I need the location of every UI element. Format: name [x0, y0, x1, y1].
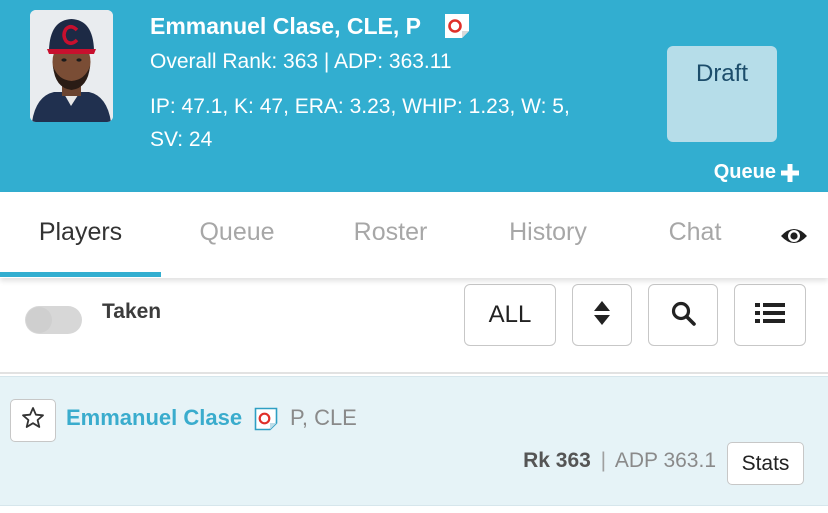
player-list-item[interactable]: Emmanuel Clase P, CLE Rk 363 | ADP 363.1… — [0, 376, 828, 506]
player-position-team: P, CLE — [290, 405, 357, 430]
overall-rank-text: Overall Rank: 363 | ADP: 363.11 — [150, 50, 452, 73]
player-name-title: Emmanuel Clase, CLE, P — [150, 12, 421, 39]
news-note-icon[interactable] — [443, 12, 471, 40]
player-headshot-icon — [30, 10, 113, 122]
plus-icon — [780, 163, 800, 183]
position-filter-button[interactable]: ALL — [464, 284, 556, 346]
list-view-button[interactable] — [734, 284, 806, 346]
player-name-link[interactable]: Emmanuel Clase — [66, 405, 242, 431]
search-button[interactable] — [648, 284, 718, 346]
star-icon — [21, 406, 45, 435]
eye-icon[interactable] — [780, 225, 808, 247]
stats-button[interactable]: Stats — [727, 442, 804, 485]
rank-adp-line: Rk 363 | ADP 363.1 — [523, 449, 716, 473]
add-to-queue-button[interactable]: Queue — [714, 161, 800, 184]
search-icon — [670, 300, 696, 331]
favorite-button[interactable] — [10, 399, 56, 442]
tab-history[interactable]: History — [468, 192, 628, 272]
sort-updown-icon — [593, 300, 611, 331]
rank-value: Rk 363 — [523, 449, 591, 472]
tab-chat[interactable]: Chat — [628, 192, 762, 272]
sort-button[interactable] — [572, 284, 632, 346]
separator: | — [600, 449, 607, 472]
news-note-icon[interactable] — [254, 407, 278, 431]
queue-label: Queue — [713, 161, 776, 183]
stat-line-1: IP: 47.1, K: 47, ERA: 3.23, WHIP: 1.23, … — [150, 95, 570, 118]
list-view-icon — [755, 302, 785, 329]
tab-bar: Players Queue Roster History Chat — [0, 192, 828, 278]
tab-roster[interactable]: Roster — [313, 192, 468, 272]
taken-toggle[interactable] — [25, 306, 82, 334]
player-title-row: Emmanuel Clase, CLE, P — [150, 10, 471, 42]
player-header: Emmanuel Clase, CLE, P Overall Rank: 363… — [0, 0, 828, 192]
tab-queue[interactable]: Queue — [161, 192, 313, 272]
adp-value: ADP 363.1 — [614, 449, 716, 472]
draft-button[interactable]: Draft — [667, 46, 777, 142]
taken-label: Taken — [102, 300, 162, 323]
active-tab-indicator — [0, 272, 161, 277]
filter-bar: Taken ALL — [0, 278, 828, 374]
tab-players[interactable]: Players — [0, 192, 161, 272]
stat-line-2: SV: 24 — [150, 128, 213, 151]
toggle-knob — [26, 307, 52, 333]
